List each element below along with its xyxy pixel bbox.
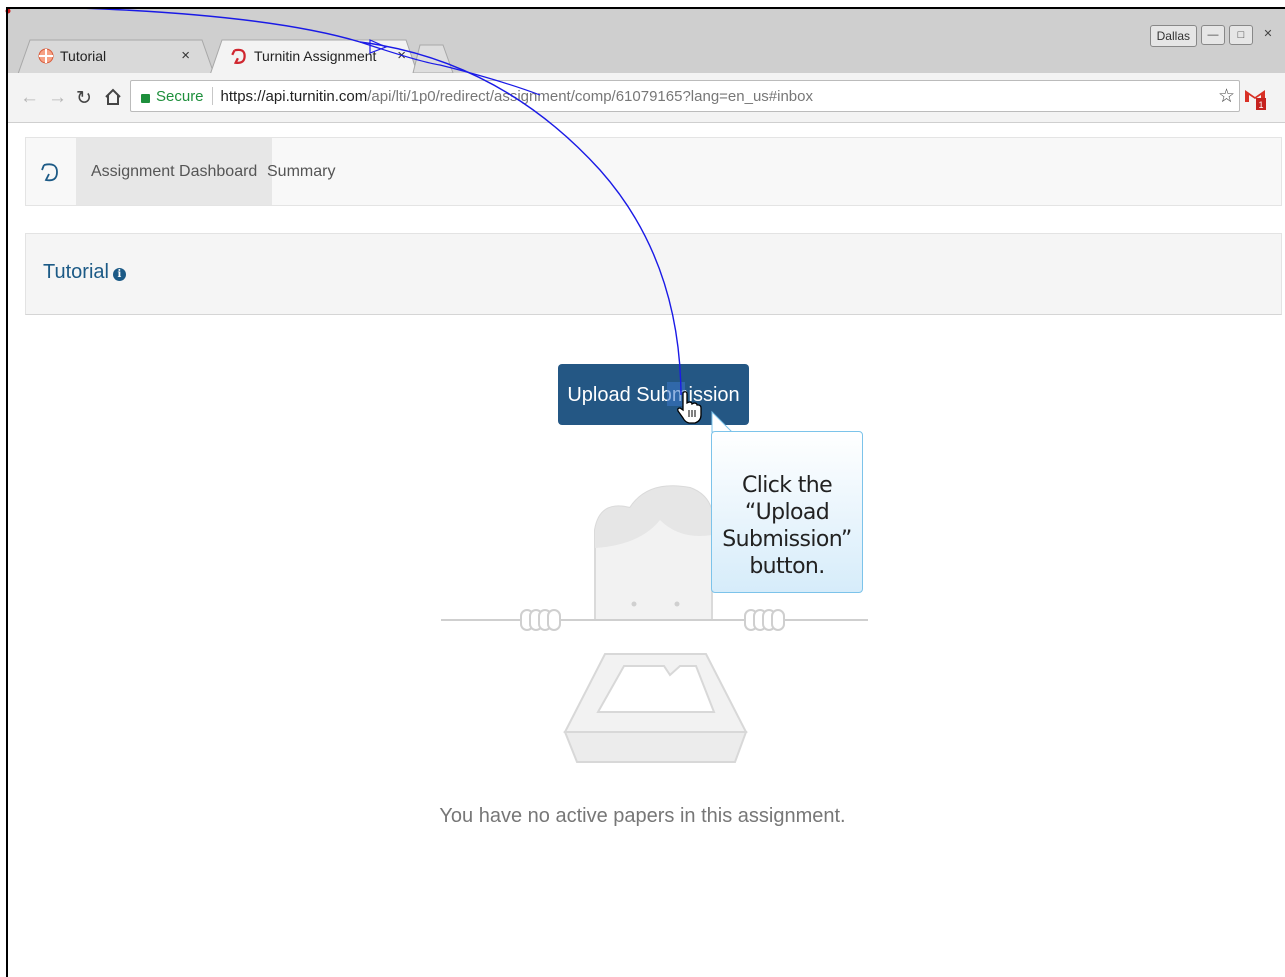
screenshot-frame bbox=[6, 7, 1285, 977]
